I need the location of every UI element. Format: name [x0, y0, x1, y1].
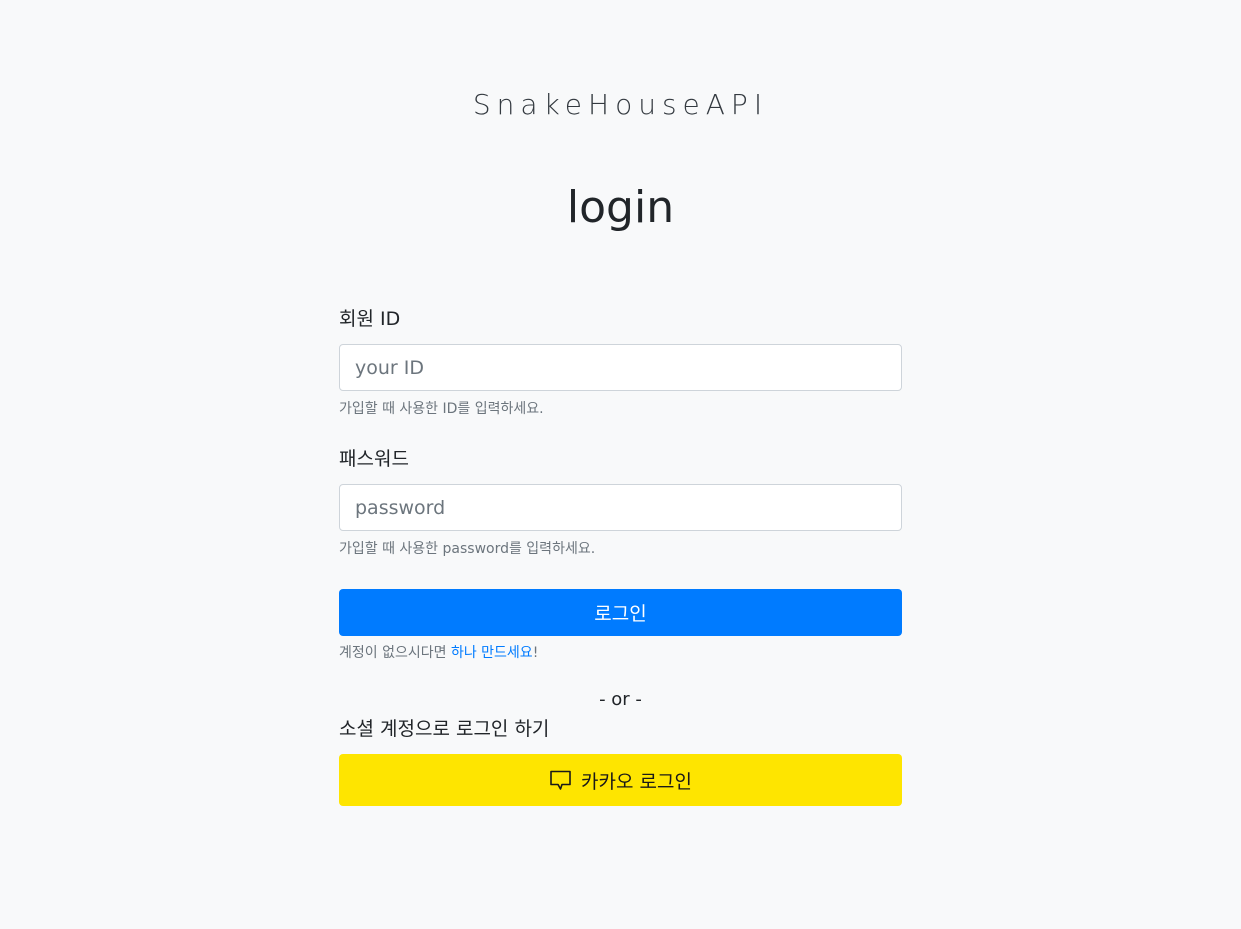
signup-prefix: 계정이 없으시다면	[339, 645, 451, 661]
password-help-text: 가입할 때 사용한 password를 입력하세요.	[339, 541, 596, 557]
password-label: 패스워드	[339, 448, 409, 470]
signup-link[interactable]: 하나 만드세요	[451, 645, 533, 661]
social-login-label: 소셜 계정으로 로그인 하기	[339, 718, 550, 740]
id-help-text: 가입할 때 사용한 ID를 입력하세요.	[339, 401, 544, 417]
signup-suffix: !	[532, 645, 539, 661]
password-input[interactable]	[339, 484, 902, 531]
page-title: login	[566, 182, 675, 233]
kakao-login-button[interactable]: 카카오 로그인	[339, 754, 902, 806]
signup-prompt: 계정이 없으시다면 하나 만드세요!	[339, 643, 902, 663]
or-divider: - or -	[599, 689, 642, 710]
password-group: 패스워드 가입할 때 사용한 password를 입력하세요.	[339, 445, 902, 559]
login-form: 회원 ID 가입할 때 사용한 ID를 입력하세요. 패스워드 가입할 때 사용…	[339, 305, 902, 806]
kakao-login-label: 카카오 로그인	[581, 770, 692, 793]
id-label: 회원 ID	[339, 308, 401, 330]
login-button[interactable]: 로그인	[339, 589, 902, 636]
speech-bubble-icon	[549, 769, 573, 791]
id-input[interactable]	[339, 344, 902, 391]
id-group: 회원 ID 가입할 때 사용한 ID를 입력하세요.	[339, 305, 902, 419]
brand-title: SnakeHouseAPI	[472, 88, 769, 121]
